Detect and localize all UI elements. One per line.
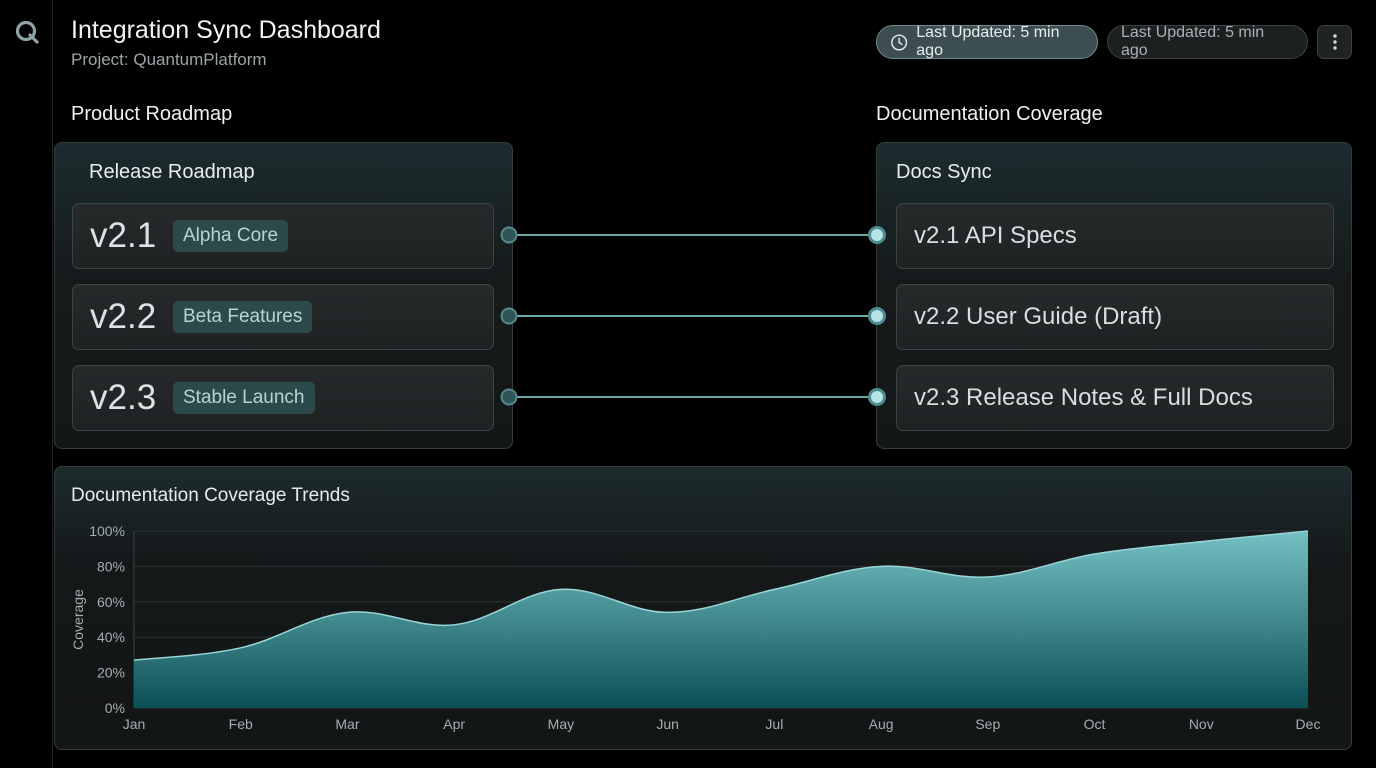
last-updated-label: Last Updated: 5 min ago bbox=[916, 24, 1060, 59]
roadmap-version: v2.1 bbox=[90, 216, 157, 255]
y-tick-label: 100% bbox=[89, 523, 125, 539]
coverage-point-feb[interactable] bbox=[239, 646, 243, 650]
coverage-point-mar[interactable] bbox=[345, 610, 349, 614]
coverage-point-may[interactable] bbox=[559, 587, 563, 591]
app-logo-icon[interactable] bbox=[14, 19, 40, 45]
x-tick-label: Jun bbox=[656, 716, 679, 732]
docs-item-label: v2.1 API Specs bbox=[914, 222, 1077, 249]
roadmap-item-v23[interactable]: v2.3 Stable Launch bbox=[72, 365, 494, 431]
coverage-point-jul[interactable] bbox=[772, 587, 776, 591]
coverage-point-oct[interactable] bbox=[1093, 552, 1097, 556]
roadmap-version: v2.3 bbox=[90, 378, 157, 417]
docs-item-label: v2.2 User Guide (Draft) bbox=[914, 303, 1163, 330]
connector-v21 bbox=[500, 226, 886, 244]
docs-item-v21[interactable]: v2.1 API Specs bbox=[896, 203, 1334, 269]
docs-sync-title: Docs Sync bbox=[896, 161, 992, 183]
page-title: Integration Sync Dashboard bbox=[71, 16, 381, 44]
more-vertical-icon bbox=[1332, 34, 1337, 50]
release-roadmap-title: Release Roadmap bbox=[89, 161, 255, 183]
roadmap-tag: Alpha Core bbox=[173, 220, 289, 252]
x-tick-label: Jan bbox=[123, 716, 146, 732]
x-tick-label: Aug bbox=[869, 716, 894, 732]
y-tick-label: 40% bbox=[97, 629, 125, 645]
y-tick-label: 0% bbox=[105, 700, 125, 716]
documentation-coverage-heading: Documentation Coverage bbox=[876, 103, 1103, 125]
project-subtitle: Project: QuantumPlatform bbox=[71, 50, 267, 69]
y-axis-label: Coverage bbox=[70, 589, 86, 650]
roadmap-item-v21[interactable]: v2.1 Alpha Core bbox=[72, 203, 494, 269]
product-roadmap-heading: Product Roadmap bbox=[71, 103, 233, 125]
docs-item-label: v2.3 Release Notes & Full Docs bbox=[914, 384, 1253, 411]
x-tick-label: Apr bbox=[443, 716, 465, 732]
coverage-trends-chart: 0% 20% 40% 60% 80% 100% Jan Feb Mar Apr May Jun Jul A… bbox=[70, 523, 1321, 732]
coverage-point-jun[interactable] bbox=[666, 610, 670, 614]
roadmap-tag: Beta Features bbox=[173, 301, 313, 333]
coverage-point-dec[interactable] bbox=[1306, 529, 1310, 533]
roadmap-tag: Stable Launch bbox=[173, 382, 315, 414]
coverage-area bbox=[134, 531, 1308, 708]
x-tick-label: May bbox=[548, 716, 574, 732]
left-rail bbox=[0, 0, 53, 768]
coverage-point-aug[interactable] bbox=[879, 564, 883, 568]
x-tick-label: Jul bbox=[765, 716, 783, 732]
y-tick-label: 60% bbox=[97, 594, 125, 610]
coverage-trends-panel: 0% 20% 40% 60% 80% 100% Jan Feb Mar Apr May Jun Jul A… bbox=[54, 466, 1352, 750]
docs-item-v23[interactable]: v2.3 Release Notes & Full Docs bbox=[896, 365, 1334, 431]
roadmap-item-v22[interactable]: v2.2 Beta Features bbox=[72, 284, 494, 350]
coverage-point-apr[interactable] bbox=[452, 623, 456, 627]
docs-sync-panel: Docs Sync v2.1 API Specs v2.2 User Guide… bbox=[876, 142, 1352, 449]
release-roadmap-panel: Release Roadmap v2.1 Alpha Core v2.2 Bet… bbox=[54, 142, 513, 449]
x-tick-label: Dec bbox=[1296, 716, 1321, 732]
y-tick-label: 80% bbox=[97, 558, 125, 574]
clock-icon bbox=[891, 33, 908, 51]
last-updated-label-secondary: Last Updated: 5 min ago bbox=[1121, 24, 1265, 59]
roadmap-version: v2.2 bbox=[90, 297, 157, 336]
connector-v22 bbox=[500, 307, 886, 325]
x-tick-label: Mar bbox=[335, 716, 359, 732]
last-updated-badge-secondary[interactable]: Last Updated: 5 min ago bbox=[1107, 24, 1308, 59]
docs-item-v22[interactable]: v2.2 User Guide (Draft) bbox=[896, 284, 1334, 350]
y-tick-label: 20% bbox=[97, 665, 125, 681]
last-updated-badge[interactable]: Last Updated: 5 min ago bbox=[876, 24, 1098, 59]
x-tick-label: Sep bbox=[975, 716, 1000, 732]
chart-title: Documentation Coverage Trends bbox=[71, 485, 350, 506]
more-options-button[interactable] bbox=[1317, 25, 1352, 59]
x-tick-label: Oct bbox=[1084, 716, 1106, 732]
coverage-point-sep[interactable] bbox=[986, 575, 990, 579]
x-tick-label: Nov bbox=[1189, 716, 1214, 732]
coverage-point-nov[interactable] bbox=[1199, 540, 1203, 544]
connector-v23 bbox=[500, 388, 886, 406]
x-tick-label: Feb bbox=[229, 716, 253, 732]
coverage-point-jan[interactable] bbox=[132, 658, 136, 662]
